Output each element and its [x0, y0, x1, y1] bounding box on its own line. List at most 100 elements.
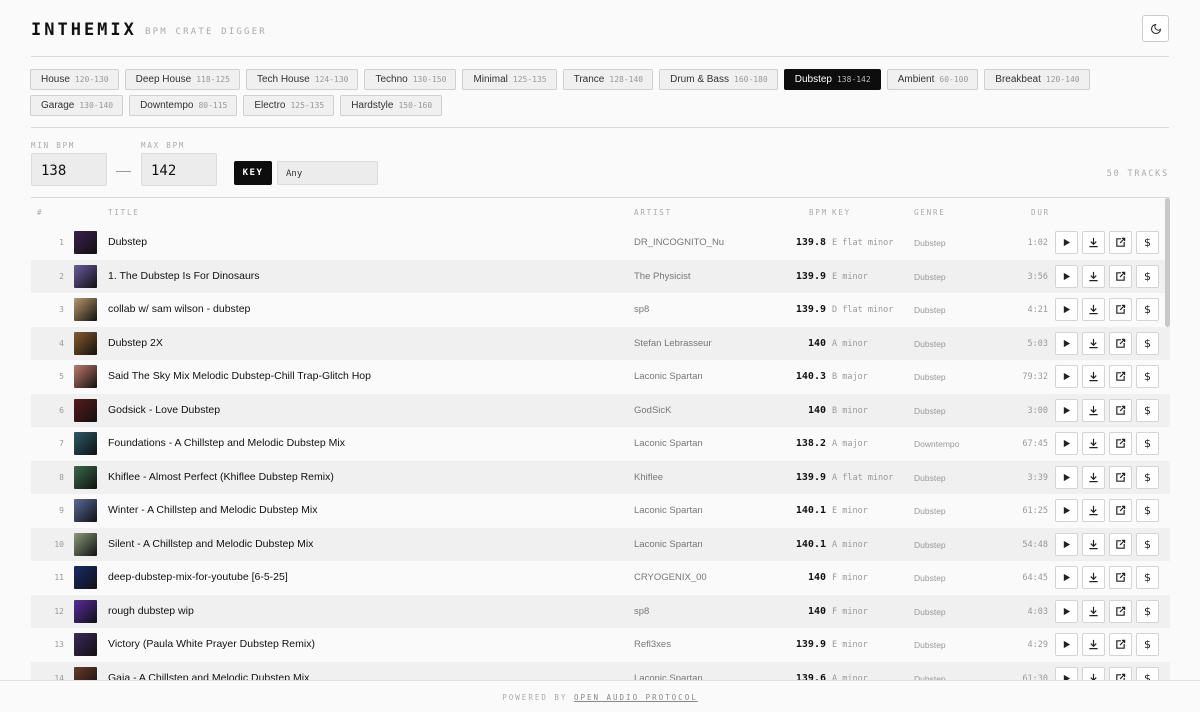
max-bpm-input[interactable]: 142	[141, 153, 217, 186]
track-title[interactable]: Khiflee - Almost Perfect (Khiflee Dubste…	[108, 471, 334, 483]
play-button[interactable]	[1055, 465, 1078, 489]
track-artist[interactable]: DR_INCOGNITO_Nu	[634, 237, 724, 248]
genre-chip[interactable]: Breakbeat 120-140	[984, 69, 1090, 90]
open-link-button[interactable]	[1109, 465, 1132, 489]
play-button[interactable]	[1055, 532, 1078, 556]
open-link-button[interactable]	[1109, 298, 1132, 321]
table-row[interactable]: 8 Khiflee - Almost Perfect (Khiflee Dubst…	[31, 460, 1170, 494]
table-row[interactable]: 2 1. The Dubstep Is For Dinosaurs The Phys…	[31, 259, 1170, 293]
track-artist[interactable]: Laconic Spartan	[634, 673, 703, 681]
genre-chip[interactable]: Trance 128-140	[562, 69, 654, 90]
open-link-button[interactable]	[1109, 499, 1132, 522]
tip-button[interactable]: $	[1136, 432, 1159, 455]
open-link-button[interactable]	[1109, 566, 1132, 589]
play-button[interactable]	[1055, 398, 1078, 422]
track-title[interactable]: collab w/ sam wilson - dubstep	[108, 303, 250, 315]
col-dur[interactable]: DUR	[1031, 208, 1050, 217]
play-button[interactable]	[1055, 365, 1078, 388]
open-link-button[interactable]	[1109, 398, 1132, 422]
table-row[interactable]: 7 Foundations - A Chillstep and Melodic D…	[31, 427, 1170, 461]
track-title[interactable]: 1. The Dubstep Is For Dinosaurs	[108, 270, 260, 282]
track-title[interactable]: Winter - A Chillstep and Melodic Dubstep…	[108, 504, 318, 516]
track-title[interactable]: Dubstep 2X	[108, 337, 163, 349]
open-link-button[interactable]	[1109, 666, 1132, 680]
download-button[interactable]	[1082, 298, 1105, 321]
download-button[interactable]	[1082, 398, 1105, 422]
track-title[interactable]: Said The Sky Mix Melodic Dubstep-Chill T…	[108, 370, 371, 382]
genre-chip[interactable]: Tech House 124-130	[245, 69, 359, 90]
genre-chip[interactable]: House 120-130	[30, 69, 119, 90]
min-bpm-input[interactable]: 138	[31, 153, 107, 186]
table-row[interactable]: 14 Gaia - A Chillstep and Melodic Dubstep…	[31, 661, 1170, 681]
tip-button[interactable]: $	[1136, 532, 1159, 556]
download-button[interactable]	[1082, 331, 1105, 355]
tip-button[interactable]: $	[1136, 331, 1159, 355]
table-row[interactable]: 13 Victory (Paula White Prayer Dubstep Re…	[31, 628, 1170, 662]
download-button[interactable]	[1082, 599, 1105, 623]
app-logo[interactable]: INTHEMIX	[31, 20, 137, 40]
download-button[interactable]	[1082, 499, 1105, 522]
track-artist[interactable]: Refl3xes	[634, 639, 671, 650]
track-title[interactable]: Gaia - A Chillstep and Melodic Dubstep M…	[108, 672, 309, 681]
col-key[interactable]: KEY	[832, 208, 851, 217]
play-button[interactable]	[1055, 264, 1078, 288]
tip-button[interactable]: $	[1136, 398, 1159, 422]
genre-chip[interactable]: Drum & Bass 160-180	[659, 69, 778, 90]
tip-button[interactable]: $	[1136, 365, 1159, 388]
tip-button[interactable]: $	[1136, 633, 1159, 656]
track-title[interactable]: Victory (Paula White Prayer Dubstep Remi…	[108, 638, 315, 650]
open-link-button[interactable]	[1109, 231, 1132, 254]
table-row[interactable]: 12 rough dubstep wip sp8 140 F minor Dubstep 4…	[31, 594, 1170, 628]
download-button[interactable]	[1082, 264, 1105, 288]
play-button[interactable]	[1055, 432, 1078, 455]
play-button[interactable]	[1055, 499, 1078, 522]
track-artist[interactable]: Laconic Spartan	[634, 505, 703, 516]
tip-button[interactable]: $	[1136, 231, 1159, 254]
play-button[interactable]	[1055, 566, 1078, 589]
tip-button[interactable]: $	[1136, 264, 1159, 288]
open-link-button[interactable]	[1109, 365, 1132, 388]
tip-button[interactable]: $	[1136, 599, 1159, 623]
genre-chip[interactable]: Garage 130-140	[30, 95, 124, 116]
genre-chip[interactable]: Ambient 60-100	[886, 69, 979, 90]
open-link-button[interactable]	[1109, 331, 1132, 355]
track-title[interactable]: deep-dubstep-mix-for-youtube [6-5-25]	[108, 571, 288, 583]
track-title[interactable]: Foundations - A Chillstep and Melodic Du…	[108, 437, 345, 449]
table-row[interactable]: 3 collab w/ sam wilson - dubstep sp8 139.9 D…	[31, 293, 1170, 327]
play-button[interactable]	[1055, 666, 1078, 680]
tip-button[interactable]: $	[1136, 566, 1159, 589]
open-link-button[interactable]	[1109, 599, 1132, 623]
play-button[interactable]	[1055, 599, 1078, 623]
track-artist[interactable]: sp8	[634, 304, 649, 315]
tip-button[interactable]: $	[1136, 499, 1159, 522]
track-artist[interactable]: Khiflee	[634, 472, 663, 483]
track-artist[interactable]: The Physicist	[634, 271, 691, 282]
track-artist[interactable]: GodSicK	[634, 405, 672, 416]
tip-button[interactable]: $	[1136, 298, 1159, 321]
table-row[interactable]: 11 deep-dubstep-mix-for-youtube [6-5-25] C…	[31, 561, 1170, 595]
play-button[interactable]	[1055, 298, 1078, 321]
genre-chip[interactable]: Hardstyle 150-160	[340, 95, 443, 116]
genre-chip[interactable]: Techno 130-150	[364, 69, 457, 90]
open-link-button[interactable]	[1109, 432, 1132, 455]
genre-chip[interactable]: Electro 125-135	[243, 95, 335, 116]
track-title[interactable]: Godsick - Love Dubstep	[108, 404, 220, 416]
track-title[interactable]: rough dubstep wip	[108, 605, 194, 617]
track-artist[interactable]: CRYOGENIX_00	[634, 572, 707, 583]
col-genre[interactable]: GENRE	[914, 208, 946, 217]
col-bpm[interactable]: BPM	[809, 208, 828, 217]
track-artist[interactable]: Laconic Spartan	[634, 438, 703, 449]
genre-chip[interactable]: Dubstep 138-142	[783, 69, 881, 90]
genre-chip[interactable]: Minimal 125-135	[462, 69, 557, 90]
genre-chip[interactable]: Deep House 118-125	[124, 69, 240, 90]
table-scrollbar[interactable]	[1165, 198, 1170, 327]
table-row[interactable]: 1 Dubstep DR_INCOGNITO_Nu 139.8 E flat minor…	[31, 226, 1170, 260]
table-row[interactable]: 5 Said The Sky Mix Melodic Dubstep-Chill …	[31, 360, 1170, 394]
tip-button[interactable]: $	[1136, 465, 1159, 489]
key-filter-button[interactable]: KEY	[234, 161, 272, 185]
track-title[interactable]: Silent - A Chillstep and Melodic Dubstep…	[108, 538, 313, 550]
open-link-button[interactable]	[1109, 633, 1132, 656]
download-button[interactable]	[1082, 532, 1105, 556]
col-artist[interactable]: ARTIST	[634, 208, 672, 217]
play-button[interactable]	[1055, 633, 1078, 656]
